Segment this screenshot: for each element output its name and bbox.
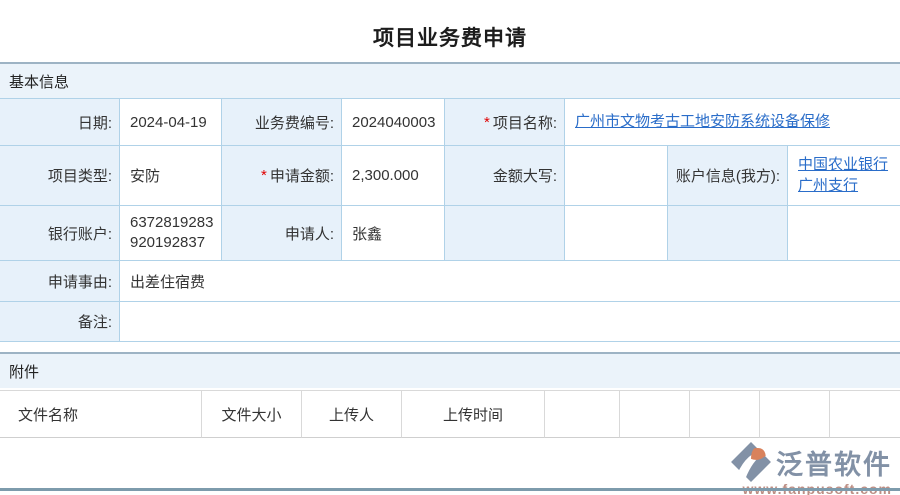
- page-bottom-divider: [0, 488, 900, 491]
- col-header-upload-time: 上传时间: [402, 391, 545, 438]
- page-title: 项目业务费申请: [0, 22, 900, 52]
- project-name-label: * 项目名称:: [445, 99, 565, 146]
- vendor-name: 泛普软件: [776, 443, 892, 482]
- project-type-label: 项目类型:: [0, 146, 120, 206]
- project-type-value: 安防: [120, 146, 222, 206]
- vendor-watermark: 泛普软件 www.fanpusoft.com: [730, 441, 892, 495]
- project-name-cell: 广州市文物考古工地安防系统设备保修: [565, 99, 900, 146]
- basic-info-table: 日期: 2024-04-19 业务费编号: 2024040003 * 项目名称:…: [0, 98, 900, 342]
- apply-amount-value: 2,300.000: [342, 146, 445, 206]
- project-name-link[interactable]: 广州市文物考古工地安防系统设备保修: [575, 112, 830, 132]
- section-header-basic-info: 基本信息: [0, 62, 900, 98]
- account-info-label: 账户信息(我方):: [668, 146, 788, 206]
- col-header-empty: [830, 391, 900, 438]
- remark-label: 备注:: [0, 302, 120, 342]
- amount-caps-label: 金额大写:: [445, 146, 565, 206]
- section-title-basic-info: 基本信息: [9, 71, 69, 92]
- required-asterisk: *: [261, 167, 267, 184]
- applicant-label: 申请人:: [222, 206, 342, 261]
- section-header-attachments: 附件: [0, 352, 900, 388]
- applicant-value: 张鑫: [342, 206, 445, 261]
- empty-value-cell: [788, 206, 900, 261]
- attachments-table-header: 文件名称 文件大小 上传人 上传时间: [0, 390, 900, 438]
- col-header-empty: [545, 391, 620, 438]
- date-label: 日期:: [0, 99, 120, 146]
- amount-caps-value: [565, 146, 668, 206]
- col-header-file-name: 文件名称: [0, 391, 202, 438]
- col-header-empty: [760, 391, 830, 438]
- fee-no-label: 业务费编号:: [222, 99, 342, 146]
- col-header-uploader: 上传人: [302, 391, 402, 438]
- empty-label-cell: [445, 206, 565, 261]
- apply-reason-value: 出差住宿费: [120, 261, 900, 302]
- account-info-link[interactable]: 中国农业银行广州支行: [798, 155, 894, 196]
- section-title-attachments: 附件: [9, 361, 39, 382]
- apply-amount-label: * 申请金额:: [222, 146, 342, 206]
- col-header-file-size: 文件大小: [202, 391, 302, 438]
- col-header-empty: [620, 391, 690, 438]
- empty-label-cell: [668, 206, 788, 261]
- bank-account-label: 银行账户:: [0, 206, 120, 261]
- account-info-cell: 中国农业银行广州支行: [788, 146, 900, 206]
- col-header-empty: [690, 391, 760, 438]
- fee-no-value: 2024040003: [342, 99, 445, 146]
- fanpu-logo-icon: [730, 441, 772, 483]
- remark-value: [120, 302, 900, 342]
- apply-reason-label: 申请事由:: [0, 261, 120, 302]
- bank-account-value: 6372819283920192837: [120, 206, 222, 261]
- empty-value-cell: [565, 206, 668, 261]
- required-asterisk: *: [484, 114, 490, 131]
- date-value: 2024-04-19: [120, 99, 222, 146]
- page: 项目业务费申请 基本信息 日期: 2024-04-19 业务费编号: 20240…: [0, 0, 900, 495]
